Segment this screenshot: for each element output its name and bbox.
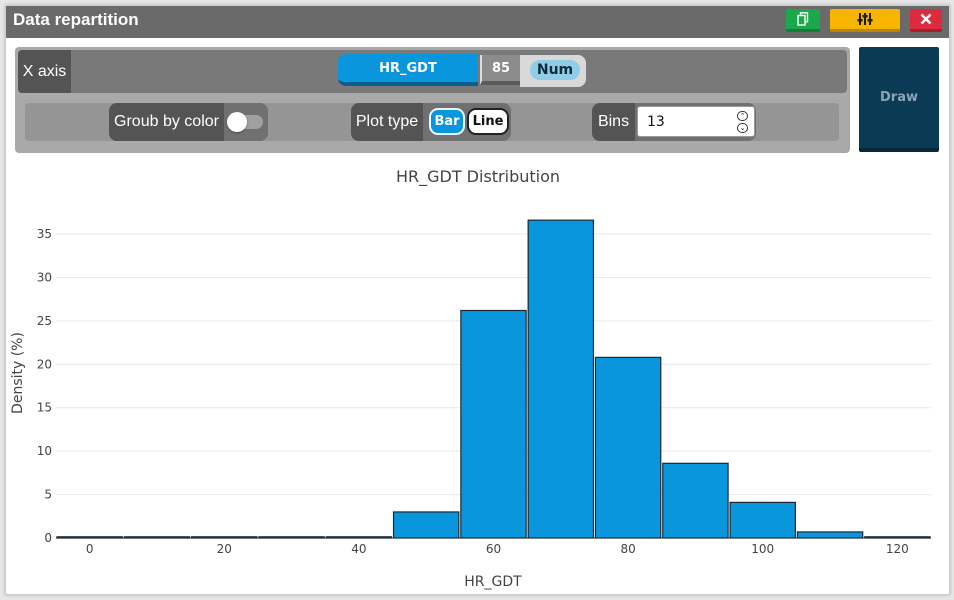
toggle-knob[interactable] bbox=[227, 112, 247, 132]
bins-value: 13 bbox=[647, 114, 665, 130]
x-tick-label: 80 bbox=[620, 542, 635, 556]
title-bar: Data repartition bbox=[6, 6, 949, 38]
settings-button[interactable] bbox=[830, 9, 900, 32]
x-tick-label: 0 bbox=[86, 542, 94, 556]
y-tick-label: 30 bbox=[37, 270, 52, 284]
x-tick-label: 60 bbox=[486, 542, 501, 556]
plot-type-bar-button[interactable]: Bar bbox=[429, 108, 465, 135]
histogram-bar bbox=[527, 219, 595, 539]
plot-type-label: Plot type bbox=[351, 103, 423, 141]
histogram-bar bbox=[594, 356, 662, 539]
group-by-color-group: Groub by color bbox=[109, 103, 268, 141]
x-axis-title: HR_GDT bbox=[464, 574, 522, 590]
variable-type-badge: Num bbox=[530, 60, 580, 80]
y-tick-label: 10 bbox=[37, 444, 52, 458]
y-tick-label: 25 bbox=[37, 314, 52, 328]
x-axis-row: X axis HR_GDT 85 Num bbox=[18, 50, 847, 93]
y-tick-label: 5 bbox=[44, 488, 52, 502]
options-row: Groub by color Plot type Bar Line Bins 1… bbox=[25, 103, 839, 141]
bins-increment-icon[interactable]: ⌃ bbox=[737, 111, 748, 121]
histogram-bar bbox=[460, 309, 527, 539]
histogram-bar bbox=[729, 501, 796, 539]
x-tick-label: 100 bbox=[751, 542, 774, 556]
copy-button[interactable] bbox=[786, 9, 820, 32]
copy-icon bbox=[797, 12, 809, 26]
x-variable-button[interactable]: HR_GDT bbox=[338, 54, 478, 86]
plot-type-line-button[interactable]: Line bbox=[467, 108, 509, 135]
histogram-bar bbox=[662, 462, 729, 539]
y-axis-title: Density (%) bbox=[10, 332, 26, 414]
window-title: Data repartition bbox=[13, 10, 139, 29]
y-tick-label: 15 bbox=[37, 401, 52, 415]
x-tick-label: 20 bbox=[217, 542, 232, 556]
histogram-bar bbox=[796, 531, 864, 539]
x-tick-label: 120 bbox=[886, 542, 909, 556]
bins-label: Bins bbox=[592, 103, 635, 141]
close-icon bbox=[920, 13, 932, 25]
close-button[interactable] bbox=[910, 9, 942, 32]
sliders-icon bbox=[857, 13, 873, 25]
distribution-chart: HR_GDT Distribution 0 5 10 15 20 25 30 35 0 20 40 6… bbox=[10, 167, 931, 590]
variable-type-container: Num bbox=[520, 55, 586, 87]
histogram-bar bbox=[392, 511, 460, 539]
chart-title: HR_GDT Distribution bbox=[396, 167, 560, 187]
group-by-color-label: Groub by color bbox=[109, 103, 224, 141]
x-tick-label: 40 bbox=[351, 542, 366, 556]
bins-group: Bins 13 ⌃ ⌄ bbox=[592, 103, 756, 141]
controls-panel: X axis HR_GDT 85 Num Groub by color Plot… bbox=[15, 47, 850, 153]
data-repartition-window: Data repartition X axis HR_GDT 85 Num Gr… bbox=[5, 5, 950, 595]
bins-decrement-icon[interactable]: ⌄ bbox=[737, 123, 748, 133]
y-tick-label: 20 bbox=[37, 357, 52, 371]
y-tick-label: 35 bbox=[37, 227, 52, 241]
plot-type-group: Plot type Bar Line bbox=[351, 103, 511, 141]
y-tick-label: 0 bbox=[44, 531, 52, 545]
chart-bars bbox=[56, 219, 931, 539]
bins-input[interactable]: 13 ⌃ ⌄ bbox=[637, 106, 755, 137]
x-axis-label: X axis bbox=[18, 50, 71, 93]
variable-count-badge: 85 bbox=[480, 55, 520, 85]
draw-button[interactable]: Draw bbox=[859, 47, 939, 152]
